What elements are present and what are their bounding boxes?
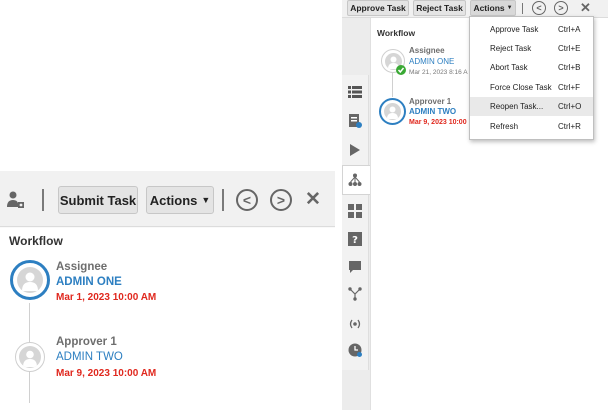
reject-task-button[interactable]: Reject Task: [413, 0, 466, 16]
assignee-avatar: [10, 260, 50, 300]
caret-down-icon: ▼: [201, 195, 211, 205]
menu-item-label: Abort Task: [490, 63, 528, 72]
step-due-date: Mar 1, 2023 10:00 AM: [56, 292, 157, 303]
document-icon[interactable]: [348, 114, 362, 128]
step-due-date: Mar 9, 2023 10:00 AM: [56, 368, 157, 379]
submit-task-label: Submit Task: [59, 192, 137, 208]
svg-text:?: ?: [352, 235, 358, 246]
submit-task-button[interactable]: Submit Task: [58, 186, 138, 214]
toolbar-separator: [522, 3, 523, 14]
toolbar-separator: [42, 189, 44, 211]
step-user-link[interactable]: ADMIN TWO: [56, 351, 123, 363]
person-icon: [23, 350, 37, 367]
network-icon[interactable]: [348, 287, 362, 301]
approve-task-label: Approve Task: [350, 3, 406, 13]
comment-icon[interactable]: [348, 260, 362, 274]
menu-item-shortcut: Ctrl+R: [558, 122, 581, 131]
workflow-title: Workflow: [377, 28, 416, 38]
menu-item-refresh[interactable]: Refresh Ctrl+R: [470, 117, 593, 136]
step-role: Assignee: [409, 46, 445, 55]
menu-item-approve-task[interactable]: Approve Task Ctrl+A: [470, 20, 593, 39]
close-icon: ✕: [580, 0, 591, 15]
actions-label: Actions: [149, 192, 198, 208]
menu-item-force-close-task[interactable]: Force Close Task Ctrl+F: [470, 78, 593, 97]
close-icon: ✕: [305, 189, 321, 210]
grid-icon[interactable]: [348, 204, 362, 218]
menu-item-reopen-task[interactable]: Reopen Task... Ctrl+O: [470, 97, 593, 116]
actions-label: Actions: [473, 3, 505, 13]
step-due-date: Mar 9, 2023 10:00: [409, 119, 467, 126]
play-icon[interactable]: [348, 143, 362, 157]
hierarchy-icon[interactable]: [348, 173, 362, 187]
menu-item-reject-task[interactable]: Reject Task Ctrl+E: [470, 39, 593, 58]
left-task-panel: Submit Task Actions ▼ < > ✕ Workflow Ass…: [0, 171, 335, 410]
toolbar-separator: [222, 189, 224, 211]
step-user-link[interactable]: ADMIN ONE: [56, 276, 122, 288]
menu-item-label: Force Close Task: [490, 83, 552, 92]
close-button[interactable]: ✕: [580, 0, 591, 16]
left-toolbar: Submit Task Actions ▼ < > ✕: [0, 171, 335, 227]
next-button[interactable]: >: [270, 189, 292, 211]
signal-icon[interactable]: [348, 317, 362, 331]
previous-button[interactable]: <: [236, 189, 258, 211]
chevron-right-icon: >: [276, 192, 286, 208]
caret-down-icon: ▼: [506, 5, 513, 11]
step-completed-date: Mar 21, 2023 8:16 A: [409, 69, 468, 76]
menu-item-label: Approve Task: [490, 25, 539, 34]
menu-item-label: Refresh: [490, 122, 519, 131]
step-user-link[interactable]: ADMIN TWO: [409, 107, 456, 116]
reject-task-label: Reject Task: [416, 3, 463, 13]
menu-item-shortcut: Ctrl+A: [558, 25, 581, 34]
menu-item-shortcut: Ctrl+E: [558, 44, 581, 53]
previous-button[interactable]: <: [532, 1, 546, 15]
close-button[interactable]: ✕: [305, 188, 321, 211]
user-settings-icon[interactable]: [6, 190, 26, 210]
approve-task-button[interactable]: Approve Task: [347, 0, 409, 16]
chevron-left-icon: <: [536, 2, 542, 13]
actions-dropdown-menu: Approve Task Ctrl+A Reject Task Ctrl+E A…: [469, 16, 594, 140]
menu-item-shortcut: Ctrl+F: [558, 83, 580, 92]
menu-item-shortcut: Ctrl+O: [558, 102, 582, 111]
chevron-right-icon: >: [558, 2, 564, 13]
actions-menu-button[interactable]: Actions ▼: [146, 186, 214, 214]
step-role: Approver 1: [56, 336, 117, 348]
chevron-left-icon: <: [242, 192, 252, 208]
left-workflow-pane: Workflow Assignee ADMIN ONE Mar 1, 2023 …: [0, 228, 335, 410]
approver-avatar: [15, 342, 45, 372]
clock-icon[interactable]: [348, 343, 362, 357]
workflow-title: Workflow: [9, 234, 63, 248]
next-button[interactable]: >: [554, 1, 568, 15]
step-role: Assignee: [56, 261, 108, 273]
workflow-connector: [392, 73, 393, 97]
help-icon[interactable]: ?: [348, 232, 362, 246]
menu-item-abort-task[interactable]: Abort Task Ctrl+B: [470, 58, 593, 77]
right-side-icon-bar: ?: [342, 75, 370, 370]
menu-item-shortcut: Ctrl+B: [558, 63, 581, 72]
step-user-link[interactable]: ADMIN ONE: [409, 57, 454, 66]
list-icon[interactable]: [348, 85, 362, 99]
screenshot-root: Submit Task Actions ▼ < > ✕ Workflow Ass…: [0, 0, 608, 410]
approver-avatar: [379, 98, 406, 125]
actions-menu-button[interactable]: Actions ▼: [470, 0, 516, 16]
menu-item-label: Reject Task: [490, 44, 532, 53]
person-icon: [22, 272, 38, 291]
step-role: Approver 1: [409, 97, 452, 106]
person-icon: [387, 106, 398, 119]
menu-item-label: Reopen Task...: [490, 102, 544, 111]
completed-check-icon: [396, 62, 406, 75]
